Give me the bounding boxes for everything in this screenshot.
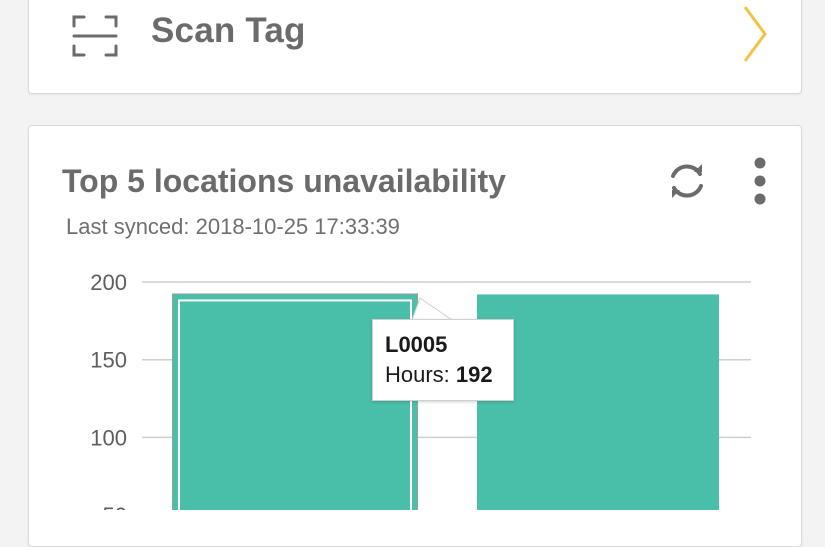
tooltip-location: L0005 (385, 332, 448, 357)
tooltip-hours: Hours: 192 (385, 362, 493, 388)
bar-tooltip: L0005 Hours: 192 (372, 319, 514, 401)
last-synced-text: Last synced: 2018-10-25 17:33:39 (66, 214, 400, 239)
refresh-icon[interactable] (664, 158, 710, 204)
scan-tag-label: Scan Tag (151, 11, 306, 50)
chart-title: Top 5 locations unavailability (62, 163, 506, 199)
chevron-right-icon[interactable] (740, 4, 770, 64)
scan-tag-card[interactable] (28, 0, 802, 94)
more-vertical-icon[interactable] (745, 156, 775, 206)
scan-icon (72, 15, 118, 57)
tooltip-hours-value: 192 (455, 362, 493, 387)
tooltip-hours-label: Hours: (385, 362, 456, 387)
